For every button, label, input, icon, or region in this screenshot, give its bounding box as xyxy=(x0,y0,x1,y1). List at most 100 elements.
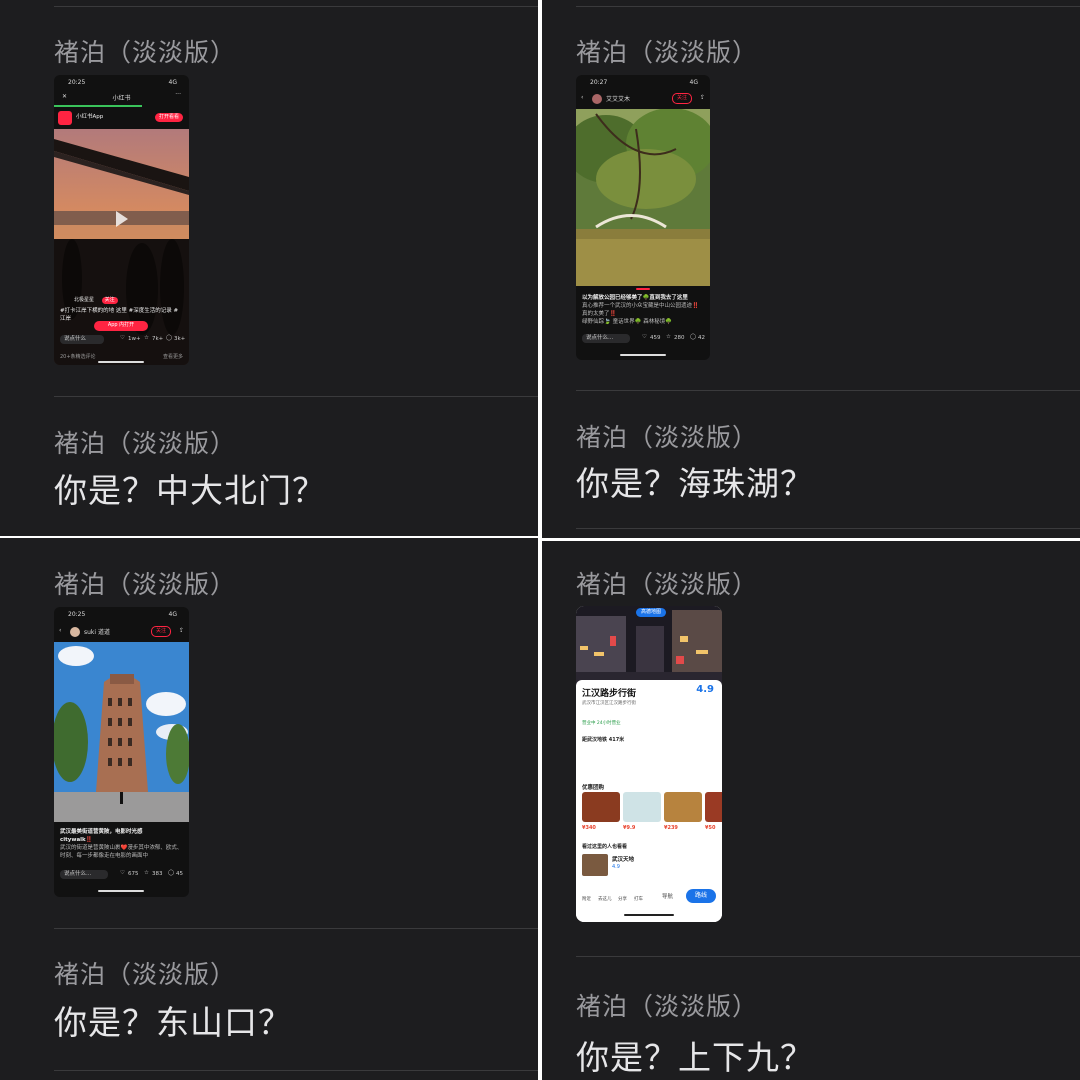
message-text: 你是？东山口？ xyxy=(54,1003,292,1042)
divider xyxy=(54,928,538,929)
follow-button[interactable]: 关注 xyxy=(101,297,118,304)
post-photo[interactable] xyxy=(576,108,710,286)
star-icon[interactable]: ☆ xyxy=(144,335,149,341)
deal-price: ¥50 xyxy=(705,825,716,831)
caption-line: 以为解放公园已经够美了🌳直到我去了这里 xyxy=(582,295,688,301)
post-photo[interactable] xyxy=(54,642,189,822)
open-app-button[interactable]: 打开看看 xyxy=(155,113,183,122)
post-caption: 武汉最美街道营黄陂，电影时光感 citywalk‼️ 武汉的街道是营黄陂山裹❤️… xyxy=(60,828,183,860)
like-count: 1w+ xyxy=(128,336,141,342)
back-icon[interactable]: ‹ xyxy=(59,627,61,634)
header-title: 小红书 xyxy=(112,95,131,102)
comment-input[interactable]: 说点什么 xyxy=(60,335,104,344)
comment-count: 45 xyxy=(176,871,183,877)
action-bar: 说点什么... ♡ 675 ☆ 383 ◯ 45 xyxy=(60,870,183,880)
panel-bottom-left: 褚泊（淡淡版） 20:25 4G ‹ suki 道道 关注 ⇪ 武汉最美街道营黄… xyxy=(0,538,538,1080)
app-name: 小红书App xyxy=(76,114,104,120)
deals-title: 优惠团购 xyxy=(582,785,605,791)
metro-distance: 距武汉地铁 417米 xyxy=(582,737,625,743)
share-icon[interactable]: ⇪ xyxy=(179,627,184,634)
action-bar: 说点什么 ♡ 1w+ ☆ 7k+ ◯ 3k+ xyxy=(60,335,186,345)
tab-go-here[interactable]: 去这儿 xyxy=(598,896,612,902)
historic-building-image xyxy=(54,642,189,822)
home-indicator xyxy=(620,354,666,356)
navigate-button[interactable]: 导航 xyxy=(662,892,673,900)
status-time: 20:25 xyxy=(68,611,86,618)
deal-price: ¥340 xyxy=(582,825,596,831)
route-button[interactable]: 路线 xyxy=(686,889,716,903)
street-photo[interactable] xyxy=(576,606,722,686)
comment-icon[interactable]: ◯ xyxy=(166,335,172,341)
avatar[interactable] xyxy=(70,627,80,637)
caption-line: 真的太美了‼️ xyxy=(582,311,617,317)
deal-price: ¥239 xyxy=(664,825,678,831)
header-bar: ✕ 小红书 ··· xyxy=(54,91,189,105)
more-icon[interactable]: ··· xyxy=(175,91,181,98)
star-icon[interactable]: ☆ xyxy=(144,870,149,876)
shared-screenshot-c[interactable]: 20:25 4G ‹ suki 道道 关注 ⇪ 武汉最美街道营黄陂，电影时光感 … xyxy=(54,607,189,897)
status-time: 20:27 xyxy=(590,79,608,86)
status-bar: 20:25 4G xyxy=(64,611,179,621)
author-name[interactable]: suki 道道 xyxy=(84,627,110,636)
sender-name: 褚泊（淡淡版） xyxy=(54,38,237,67)
like-icon[interactable]: ♡ xyxy=(120,870,125,876)
shared-screenshot-d[interactable]: 高德地图 江汉路步行街 4.9 武汉市江汉区江汉路步行街 营业中 24小时营业 … xyxy=(576,606,722,922)
night-street-image xyxy=(576,606,722,686)
divider xyxy=(54,1070,538,1071)
author-name[interactable]: 艾艾艾木 xyxy=(606,94,630,103)
share-icon[interactable]: ⇪ xyxy=(700,94,705,101)
panel-top-right: 褚泊（淡淡版） 20:27 4G ‹ 艾艾艾木 关注 ⇪ 以为解放公园已经够美了… xyxy=(542,0,1080,538)
network-indicator: 4G xyxy=(689,79,698,86)
caption-line: citywalk‼️ xyxy=(60,837,93,843)
nearby-rating: 4.9 xyxy=(612,864,620,870)
divider xyxy=(576,528,1080,529)
deal-thumb[interactable] xyxy=(705,792,722,822)
follow-button[interactable]: 关注 xyxy=(672,93,692,104)
network-indicator: 4G xyxy=(168,79,177,86)
shared-screenshot-b[interactable]: 20:27 4G ‹ 艾艾艾木 关注 ⇪ 以为解放公园已经够美了🌳直到我去了这里… xyxy=(576,75,710,360)
panel-bottom-right: 褚泊（淡淡版） 高德地图 江汉路步行街 4.9 武汉市江汉区江汉路步行街 营业中… xyxy=(542,541,1080,1080)
place-rating: 4.9 xyxy=(696,684,714,695)
place-name: 江汉路步行街 xyxy=(582,689,637,699)
park-lake-image xyxy=(576,108,710,286)
comment-count: 3k+ xyxy=(174,336,186,342)
divider xyxy=(54,396,538,397)
post-caption: 以为解放公园已经够美了🌳直到我去了这里 真心推荐一个武汉的小众宝藏是中山公园遗迹… xyxy=(582,294,704,326)
sender-name: 褚泊（淡淡版） xyxy=(54,960,237,989)
message-text: 你是？海珠湖？ xyxy=(576,464,814,503)
nearby-name[interactable]: 武汉天地 xyxy=(612,855,634,863)
tab-share[interactable]: 分享 xyxy=(618,896,627,902)
back-icon[interactable]: ‹ xyxy=(581,94,583,101)
featured-comments-label: 20+条精选评论 xyxy=(60,354,96,360)
comment-input[interactable]: 说点什么... xyxy=(60,870,108,879)
deal-thumb[interactable] xyxy=(582,792,620,822)
sender-name: 褚泊（淡淡版） xyxy=(54,570,237,599)
star-icon[interactable]: ☆ xyxy=(666,334,671,340)
status-bar: 20:27 4G xyxy=(586,79,700,89)
follow-button[interactable]: 关注 xyxy=(151,626,171,637)
view-more-link[interactable]: 查看更多 xyxy=(163,353,183,360)
star-count: 383 xyxy=(152,871,163,877)
comment-icon[interactable]: ◯ xyxy=(690,334,696,340)
home-indicator xyxy=(624,914,674,916)
avatar[interactable] xyxy=(592,94,602,104)
action-bar: 说点什么... ♡ 459 ☆ 280 ◯ 42 xyxy=(582,334,705,344)
sender-name: 褚泊（淡淡版） xyxy=(576,38,759,67)
nearby-thumb[interactable] xyxy=(582,854,608,876)
deal-thumb[interactable] xyxy=(664,792,702,822)
network-indicator: 4G xyxy=(168,611,177,618)
star-count: 280 xyxy=(674,335,685,341)
tab-nearby[interactable]: 附近 xyxy=(582,896,591,902)
like-icon[interactable]: ♡ xyxy=(642,334,647,340)
comment-icon[interactable]: ◯ xyxy=(168,870,174,876)
tab-taxi[interactable]: 打车 xyxy=(634,896,643,902)
deal-thumb[interactable] xyxy=(623,792,661,822)
like-count: 675 xyxy=(128,871,139,877)
like-icon[interactable]: ♡ xyxy=(120,335,125,341)
author-row: 北极星星 关注 xyxy=(74,296,118,304)
shared-screenshot-a[interactable]: 20:25 4G ✕ 小红书 ··· 小红书App 打开看看 北极星星 关注 #… xyxy=(54,75,189,365)
author-name[interactable]: 北极星星 xyxy=(74,297,94,303)
comment-input[interactable]: 说点什么... xyxy=(582,334,630,343)
open-in-app-button[interactable]: App 内打开 xyxy=(94,321,148,331)
nearby-title: 看过这里的人也看看 xyxy=(582,844,628,850)
